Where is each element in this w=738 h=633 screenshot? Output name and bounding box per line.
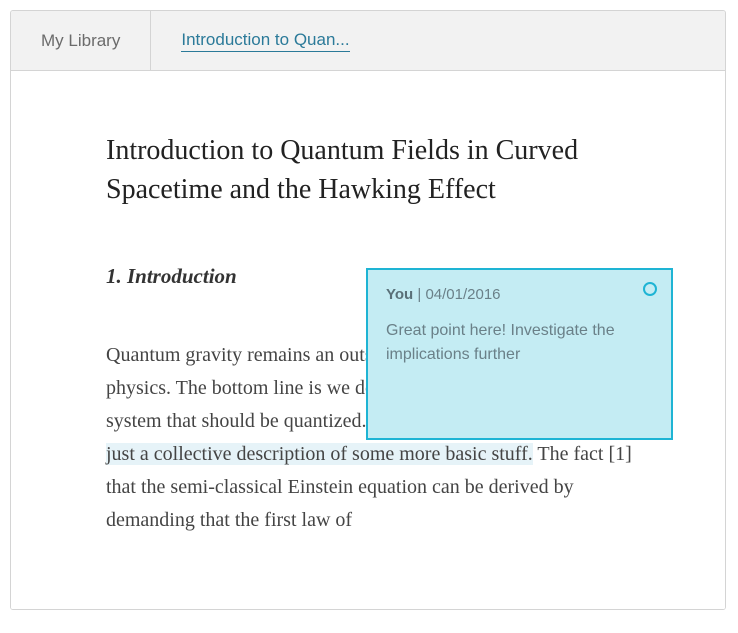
tab-library-label: My Library <box>41 31 120 51</box>
tab-document-label: Introduction to Quan... <box>181 30 349 52</box>
reader-window: My Library Introduction to Quan... Intro… <box>10 10 726 610</box>
annotation-popup[interactable]: You | 04/01/2016 Great point here! Inves… <box>366 268 673 440</box>
annotation-meta: You | 04/01/2016 <box>386 286 501 303</box>
tab-bar: My Library Introduction to Quan... <box>11 11 725 71</box>
fade-overlay <box>11 529 725 609</box>
paper-title: Introduction to Quantum Fields in Curved… <box>106 131 665 209</box>
close-icon[interactable] <box>643 282 657 296</box>
annotation-date: 04/01/2016 <box>425 286 500 303</box>
annotation-author: You <box>386 286 413 303</box>
annotation-header: You | 04/01/2016 <box>386 286 653 303</box>
tab-document[interactable]: Introduction to Quan... <box>151 11 379 70</box>
annotation-text[interactable]: Great point here! Investigate the implic… <box>386 319 653 367</box>
tab-library[interactable]: My Library <box>11 11 151 70</box>
annotation-separator: | <box>413 286 425 303</box>
